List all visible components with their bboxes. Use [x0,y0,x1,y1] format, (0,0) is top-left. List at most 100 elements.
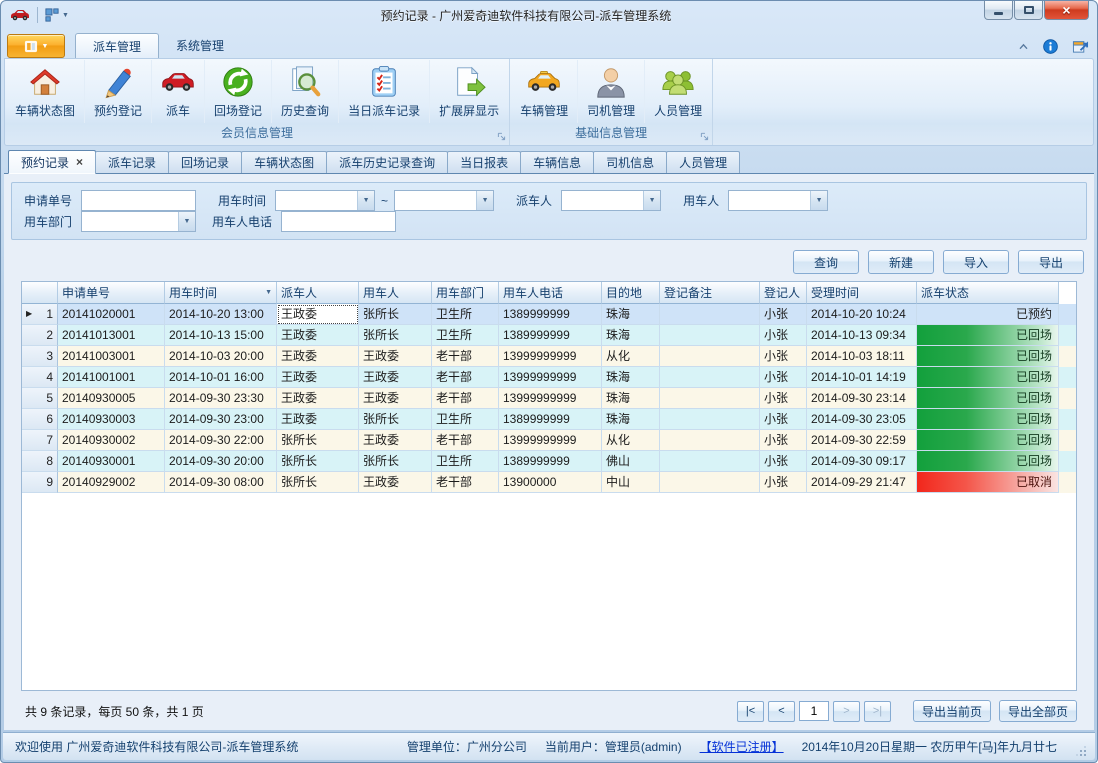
dialog-launcher-icon[interactable] [700,132,709,141]
ribbon-button-history-query[interactable]: 历史查询 [271,60,338,123]
export-all-pages-button[interactable]: 导出全部页 [999,700,1077,722]
table-row[interactable]: 3 20141003001 2014-10-03 20:00 王政委 王政委 老… [22,346,1076,367]
cell-registrar: 小张 [760,325,807,346]
collapse-ribbon-icon[interactable] [1018,43,1029,50]
export-button[interactable]: 导出 [1018,250,1084,274]
dispatcher-combo[interactable]: ▼ [561,190,661,211]
ribbon-button-return-register[interactable]: 回场登记 [204,60,271,123]
house-icon [28,65,62,99]
ribbon-group-label: 会员信息管理 [6,123,508,145]
table-row[interactable]: 2 20141013001 2014-10-13 15:00 王政委 张所长 卫… [22,325,1076,346]
column-header-dept[interactable]: 用车部门 [432,282,499,304]
date-text: 2014年10月20日星期一 农历甲午[马]年九月廿七 [802,738,1057,755]
cell-use-time: 2014-09-30 23:30 [165,388,277,409]
first-page-button[interactable]: |< [737,701,764,722]
dept-label: 用车部门 [24,213,72,230]
close-tab-icon[interactable]: × [76,155,83,169]
phone-input[interactable] [281,211,396,232]
doc-tab[interactable]: 车辆信息 [520,151,594,173]
prev-page-button[interactable]: < [768,701,795,722]
ribbon-button-reservation-register[interactable]: 预约登记 [84,60,151,123]
page-number-input[interactable] [799,701,829,721]
filter-dropdown-icon[interactable]: ▼ [265,289,272,296]
doc-tab-label: 派车历史记录查询 [339,154,435,171]
column-header-destination[interactable]: 目的地 [602,282,660,304]
chevron-down-icon[interactable]: ▼ [643,191,660,210]
application-menu-button[interactable]: ▼ [7,34,65,58]
document-arrow-icon [452,65,486,99]
use-time-from-combo[interactable]: ▼ [275,190,375,211]
quick-access-button[interactable]: ▼ [45,8,69,22]
column-header-indicator [22,282,58,304]
doc-tab[interactable]: 派车历史记录查询 [326,151,448,173]
table-row[interactable]: 7 20140930002 2014-09-30 22:00 张所长 王政委 老… [22,430,1076,451]
doc-tab[interactable]: 派车记录 [95,151,169,173]
cell-accept-time: 2014-10-13 09:34 [807,325,917,346]
use-time-to-combo[interactable]: ▼ [394,190,494,211]
chevron-down-icon[interactable]: ▼ [810,191,827,210]
ribbon-button-driver-management[interactable]: 司机管理 [577,60,644,123]
column-header-remark[interactable]: 登记备注 [660,282,760,304]
chevron-down-icon[interactable]: ▼ [476,191,493,210]
new-button[interactable]: 新建 [868,250,934,274]
doc-tab[interactable]: 当日报表 [447,151,521,173]
row-number: 6 [46,409,53,429]
column-header-user[interactable]: 用车人 [359,282,432,304]
user-combo[interactable]: ▼ [728,190,828,211]
row-number: 5 [46,388,53,408]
cell-destination: 珠海 [602,388,660,409]
doc-tab[interactable]: 车辆状态图 [241,151,327,173]
column-header-phone[interactable]: 用车人电话 [499,282,602,304]
doc-tab-reservation-records[interactable]: 预约记录 × [8,150,96,174]
chevron-down-icon[interactable]: ▼ [357,191,374,210]
column-header-use-time[interactable]: 用车时间▼ [165,282,277,304]
doc-tab[interactable]: 司机信息 [593,151,667,173]
ribbon-button-label: 扩展屏显示 [439,102,499,119]
order-no-input[interactable] [81,190,196,211]
column-header-dispatch-status[interactable]: 派车状态 [917,282,1059,304]
doc-tab-label: 车辆状态图 [254,154,314,171]
ribbon-tab-system[interactable]: 系统管理 [159,33,241,58]
column-header-order-no[interactable]: 申请单号 [58,282,165,304]
cell-remark [660,430,760,451]
table-row[interactable]: 9 20140929002 2014-09-30 08:00 张所长 王政委 老… [22,472,1076,493]
ribbon-tab-dispatch[interactable]: 派车管理 [75,33,159,58]
ribbon-button-extended-screen[interactable]: 扩展屏显示 [429,60,508,123]
table-row[interactable]: 5 20140930005 2014-09-30 23:30 王政委 王政委 老… [22,388,1076,409]
table-row[interactable]: 4 20141001001 2014-10-01 16:00 王政委 王政委 老… [22,367,1076,388]
ribbon-button-today-dispatch-records[interactable]: 当日派车记录 [338,60,429,123]
table-row[interactable]: 6 20140930003 2014-09-30 23:00 王政委 张所长 卫… [22,409,1076,430]
column-header-accept-time[interactable]: 受理时间 [807,282,917,304]
table-row[interactable]: ▶1 20141020001 2014-10-20 13:00 王政委 张所长 … [22,304,1076,325]
statusbar: 欢迎使用 广州爱奇迪软件科技有限公司-派车管理系统 管理单位：广州分公司 当前用… [3,732,1095,760]
dept-combo[interactable]: ▼ [81,211,196,232]
ribbon-button-personnel-management[interactable]: 人员管理 [644,60,711,123]
cell-accept-time: 2014-10-03 18:11 [807,346,917,367]
table-row[interactable]: 8 20140930001 2014-09-30 20:00 张所长 张所长 卫… [22,451,1076,472]
resize-grip[interactable] [1075,745,1087,757]
export-current-page-button[interactable]: 导出当前页 [913,700,991,722]
close-button[interactable]: × [1044,1,1089,20]
ribbon-button-vehicle-status-map[interactable]: 车辆状态图 [6,60,84,123]
row-indicator-cell: ▶1 [22,304,58,325]
doc-tab[interactable]: 人员管理 [666,151,740,173]
next-page-button[interactable]: > [833,701,860,722]
app-window-icon [24,40,38,53]
dialog-launcher-icon[interactable] [497,132,506,141]
chevron-down-icon[interactable]: ▼ [178,212,195,231]
license-registered-link[interactable]: 【软件已注册】 [700,738,784,755]
info-icon[interactable] [1043,39,1058,54]
cell-user: 王政委 [359,388,432,409]
minimize-button[interactable] [984,1,1013,20]
doc-tab[interactable]: 回场记录 [168,151,242,173]
column-header-registrar[interactable]: 登记人 [760,282,807,304]
ribbon-button-label: 预约登记 [94,102,142,119]
query-button[interactable]: 查询 [793,250,859,274]
import-button[interactable]: 导入 [943,250,1009,274]
maximize-button[interactable] [1014,1,1043,20]
ribbon-button-dispatch[interactable]: 派车 [151,60,204,123]
column-header-dispatcher[interactable]: 派车人 [277,282,359,304]
last-page-button[interactable]: >| [864,701,891,722]
skin-style-icon[interactable] [1072,38,1089,54]
ribbon-button-vehicle-management[interactable]: 车辆管理 [511,60,577,123]
